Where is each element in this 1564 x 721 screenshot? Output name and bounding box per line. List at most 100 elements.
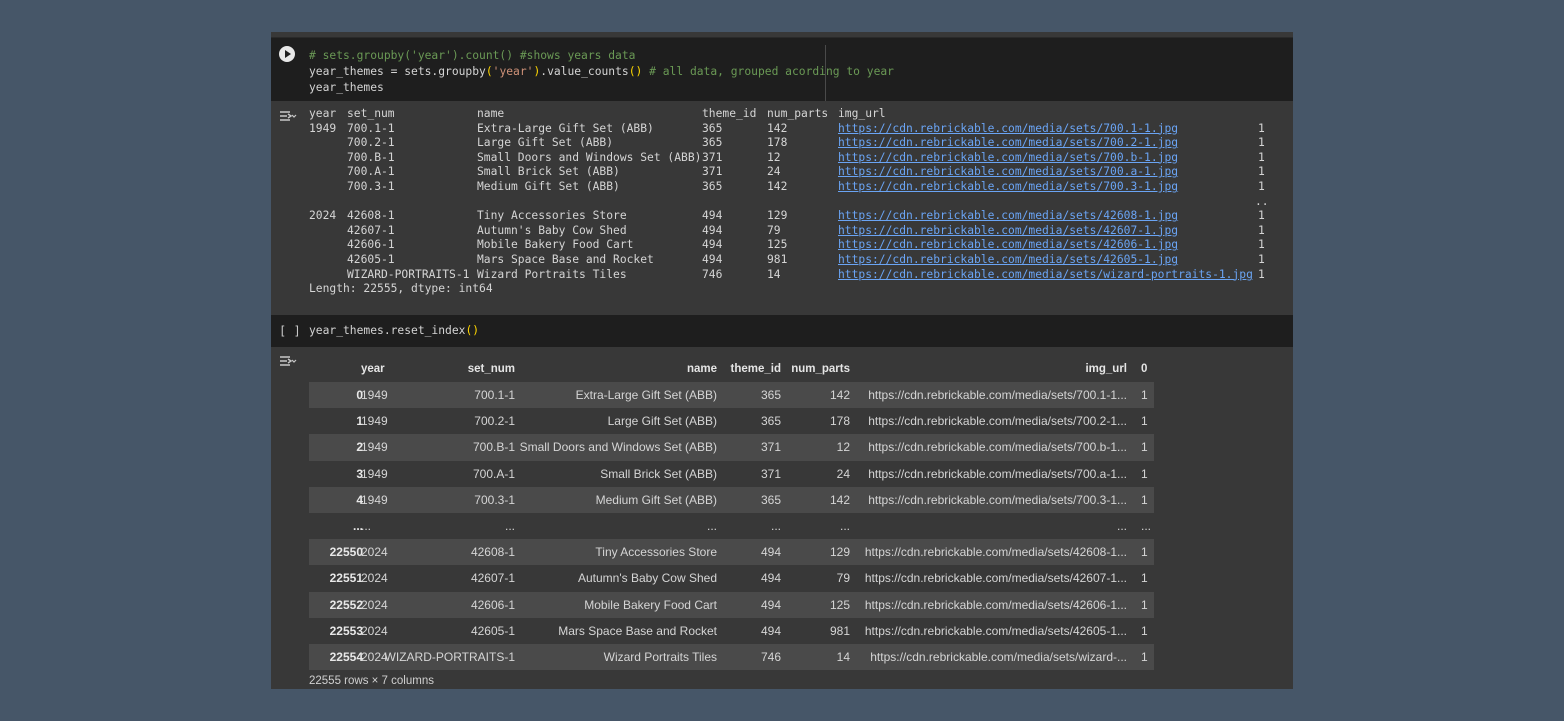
series-set_num: 700.A-1 xyxy=(347,165,395,179)
dataframe-footer: 22555 rows × 7 columns xyxy=(309,675,434,687)
code-cell-1[interactable]: # sets.groupby('year').count() #shows ye… xyxy=(271,37,1293,101)
df-zero: 1 xyxy=(1141,414,1148,429)
series-count: 1 xyxy=(1258,238,1265,252)
df-year: 2024 xyxy=(361,571,388,586)
image-url-link[interactable]: https://cdn.rebrickable.com/media/sets/7… xyxy=(838,136,1178,151)
table-row: 22552 2024 42606-1 Mobile Bakery Food Cart 4… xyxy=(309,591,1154,618)
ruler-line xyxy=(825,45,826,101)
df-num_parts: 981 xyxy=(829,623,850,638)
image-url-link[interactable]: https://cdn.rebrickable.com/media/sets/w… xyxy=(838,268,1253,283)
series-footer-text: Length: 22555, dtype: int64 xyxy=(309,282,493,296)
image-url-link[interactable]: https://cdn.rebrickable.com/media/sets/7… xyxy=(838,122,1178,137)
series-name: Mobile Bakery Food Cart xyxy=(477,238,634,252)
df-set_num: 42605-1 xyxy=(470,623,515,638)
image-url-link[interactable]: https://cdn.rebrickable.com/media/sets/7… xyxy=(838,151,1178,166)
series-img_url: img_url xyxy=(838,107,886,120)
df-set_num: 700.B-1 xyxy=(472,440,515,455)
image-url-link[interactable]: https://cdn.rebrickable.com/media/sets/7… xyxy=(838,180,1178,195)
df-num_parts: 129 xyxy=(829,545,850,560)
code-line-1: # sets.groupby('year').count() #shows ye… xyxy=(309,49,636,62)
series-num_parts: 178 xyxy=(767,136,788,150)
output-toggle-icon[interactable] xyxy=(279,354,297,368)
code-editor[interactable]: year_themes.reset_index() xyxy=(309,324,479,337)
series-set_num: 700.B-1 xyxy=(347,150,395,164)
df-img_url: img_url xyxy=(1085,363,1127,375)
df-zero: 1 xyxy=(1141,388,1148,402)
df-zero: 1 xyxy=(1141,466,1148,481)
df-num_parts: num_parts xyxy=(791,363,850,375)
image-url-link[interactable]: https://cdn.rebrickable.com/media/sets/4… xyxy=(838,224,1178,239)
code-text: year_themes.reset_index xyxy=(309,324,466,337)
df-img_url: https://cdn.rebrickable.com/media/sets/7… xyxy=(868,492,1127,507)
series-set_num: 700.3-1 xyxy=(347,179,395,193)
df-img_url: https://cdn.rebrickable.com/media/sets/7… xyxy=(868,440,1127,455)
series-theme_id: 746 xyxy=(702,267,723,281)
df-zero: 1 xyxy=(1141,440,1148,455)
df-set_num: 42608-1 xyxy=(470,545,515,560)
df-name: ... xyxy=(706,518,717,533)
df-year: 1949 xyxy=(361,466,388,481)
df-zero: 0 xyxy=(1141,363,1148,375)
df-set_num: 700.A-1 xyxy=(472,466,515,481)
series-name: Wizard Portraits Tiles xyxy=(477,267,627,281)
df-zero: 1 xyxy=(1141,571,1148,586)
series-theme_id: 371 xyxy=(702,165,723,179)
series-name: Mars Space Base and Rocket xyxy=(477,252,654,266)
series-count: 1 xyxy=(1258,252,1265,266)
df-theme_id: 494 xyxy=(760,545,781,560)
run-button[interactable]: [ ] xyxy=(279,324,301,338)
df-name: Small Doors and Windows Set (ABB) xyxy=(519,440,717,455)
df-year: 2024 xyxy=(361,623,388,638)
df-year: year xyxy=(361,363,385,375)
df-theme_id: 494 xyxy=(760,623,781,638)
df-name: Wizard Portraits Tiles xyxy=(603,649,717,664)
df-theme_id: 365 xyxy=(760,388,781,402)
df-year: 1949 xyxy=(361,414,388,429)
series-count: 1 xyxy=(1258,121,1265,135)
df-img_url: https://cdn.rebrickable.com/media/sets/7… xyxy=(868,414,1127,429)
image-url-link[interactable]: https://cdn.rebrickable.com/media/sets/4… xyxy=(838,253,1178,268)
image-url-link[interactable]: https://cdn.rebrickable.com/media/sets/4… xyxy=(838,209,1178,224)
series-theme_id: 494 xyxy=(702,252,723,266)
image-url-link[interactable]: https://cdn.rebrickable.com/media/sets/7… xyxy=(838,165,1178,180)
df-zero: 1 xyxy=(1141,545,1148,560)
series-theme_id: 371 xyxy=(702,150,723,164)
series-num_parts: 129 xyxy=(767,209,788,223)
table-row: 22550 2024 42608-1 Tiny Accessories Store 49… xyxy=(309,539,1154,566)
series-set_num: 700.2-1 xyxy=(347,136,395,150)
df-set_num: 42607-1 xyxy=(470,571,515,586)
series-set_num: WIZARD-PORTRAITS-1 xyxy=(347,267,470,281)
df-zero: 1 xyxy=(1141,597,1148,612)
series-num_parts: 79 xyxy=(767,223,781,237)
series-theme_id: 494 xyxy=(702,209,723,223)
output-toggle-icon[interactable] xyxy=(279,109,297,123)
table-row: 3 1949 700.A-1 Small Brick Set (ABB) 371 24 ht… xyxy=(309,461,1154,487)
df-year: 2024 xyxy=(361,597,388,612)
df-set_num: ... xyxy=(504,518,515,533)
df-theme_id: 371 xyxy=(760,466,781,481)
series-name: Medium Gift Set (ABB) xyxy=(477,179,620,193)
df-theme_id: 494 xyxy=(760,571,781,586)
series-count: 1 xyxy=(1258,267,1265,281)
series-count: 1 xyxy=(1258,150,1265,164)
series-theme_id: 494 xyxy=(702,238,723,252)
table-row: 2 1949 700.B-1 Small Doors and Windows Set … xyxy=(309,434,1154,461)
df-set_num: 42606-1 xyxy=(470,597,515,612)
df-num_parts: 125 xyxy=(829,597,850,612)
image-url-link[interactable]: https://cdn.rebrickable.com/media/sets/4… xyxy=(838,238,1178,253)
code-cell-2[interactable]: [ ] year_themes.reset_index() xyxy=(271,315,1293,347)
series-set_num: 42606-1 xyxy=(347,238,395,252)
df-name: Large Gift Set (ABB) xyxy=(607,414,717,429)
df-year: 1949 xyxy=(361,492,388,507)
series-set_num: 42608-1 xyxy=(347,209,395,223)
notebook: # sets.groupby('year').count() #shows ye… xyxy=(271,32,1293,689)
df-name: name xyxy=(686,363,717,375)
df-theme_id: theme_id xyxy=(730,363,782,375)
play-circle-icon[interactable] xyxy=(279,46,295,62)
df-year: ... xyxy=(361,518,372,533)
df-img_url: https://cdn.rebrickable.com/media/sets/4… xyxy=(864,571,1127,586)
df-index: 22554 xyxy=(329,649,363,664)
df-num_parts: 142 xyxy=(829,492,850,507)
df-year: 1949 xyxy=(361,388,388,402)
code-editor[interactable]: # sets.groupby('year').count() #shows ye… xyxy=(309,48,894,96)
